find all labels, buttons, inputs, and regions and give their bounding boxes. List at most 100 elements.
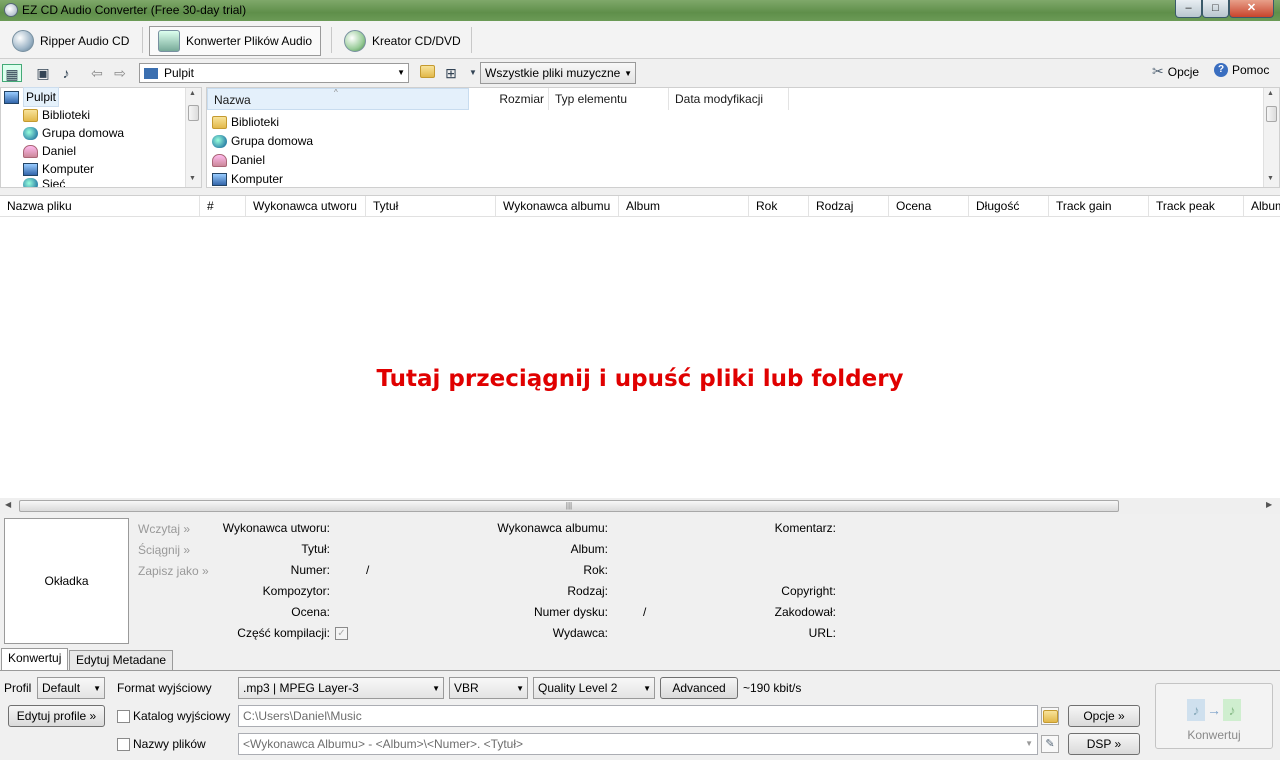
drop-hint: Tutaj przeciągnij i upuść pliki lub fold… [376, 366, 904, 392]
sort-ascending-icon: ^ [334, 88, 338, 97]
column-header-album[interactable]: Album [619, 196, 749, 216]
minimize-button[interactable]: ‒ [1175, 0, 1202, 18]
folder-view-icon[interactable]: ▦ [2, 64, 22, 82]
tree-item-grupa-domowa[interactable]: Grupa domowa [23, 124, 124, 142]
view-mode-icon[interactable]: ⊞ [441, 64, 461, 82]
output-dir-checkbox[interactable] [117, 710, 130, 723]
column-header-genre[interactable]: Rodzaj [809, 196, 889, 216]
column-header-album-gain[interactable]: Album [1244, 196, 1280, 216]
scroll-thumb[interactable] [1266, 106, 1277, 122]
file-item-grupa-domowa[interactable]: Grupa domowa [212, 132, 313, 150]
tree-item-pulpit[interactable]: Pulpit [4, 87, 60, 107]
file-list-scrollbar[interactable]: ▲ ▼ [1263, 88, 1279, 187]
column-header-modified[interactable]: Data modyfikacji [669, 88, 789, 110]
scroll-up-icon[interactable]: ▲ [1267, 90, 1274, 97]
column-header-filename[interactable]: Nazwa pliku [0, 196, 200, 216]
tab-edit-metadata[interactable]: Edytuj Metadane [69, 650, 174, 671]
profile-dropdown[interactable]: Default ▼ [37, 677, 105, 699]
column-header-name[interactable]: Nazwa ^ [207, 88, 469, 110]
back-icon[interactable]: ⇦ [87, 64, 107, 82]
tree-item-siec[interactable]: Sieć [23, 178, 65, 187]
tree-item-komputer[interactable]: Komputer [23, 160, 94, 178]
forward-icon[interactable]: ⇨ [110, 64, 130, 82]
location-dropdown[interactable]: Pulpit ▼ [139, 63, 409, 83]
column-header-album-artist[interactable]: Wykonawca albumu [496, 196, 619, 216]
mode-converter-tab[interactable]: Konwerter Plików Audio [149, 26, 322, 56]
filter-value: Wszystkie pliki muzyczne [485, 66, 621, 80]
file-item-daniel[interactable]: Daniel [212, 151, 265, 169]
dsp-button[interactable]: DSP » [1068, 733, 1140, 755]
folder-up-icon[interactable] [417, 64, 437, 82]
help-button[interactable]: ? Pomoc [1214, 63, 1269, 77]
bitrate-estimate: ~190 kbit/s [743, 681, 802, 695]
tree-item-biblioteki[interactable]: Biblioteki [23, 106, 90, 124]
publisher-label: Wydawca: [552, 626, 608, 640]
file-filter-dropdown[interactable]: Wszystkie pliki muzyczne ▼ [480, 62, 636, 84]
tree-item-daniel[interactable]: Daniel [23, 142, 76, 160]
tab-convert[interactable]: Konwertuj [1, 648, 69, 671]
separator [331, 27, 332, 53]
output-dir-field[interactable]: C:\Users\Daniel\Music [238, 705, 1038, 727]
close-button[interactable]: ✕ [1229, 0, 1274, 18]
quality-dropdown[interactable]: Quality Level 2 ▼ [533, 677, 655, 699]
tree-scrollbar[interactable]: ▲ ▼ [185, 88, 201, 187]
scroll-thumb[interactable] [188, 105, 199, 121]
wrench-icon: ✂ [1152, 63, 1164, 79]
file-item-komputer[interactable]: Komputer [212, 170, 283, 188]
rating-label: Ocena: [291, 605, 330, 619]
options-label: Opcje [1167, 64, 1200, 79]
track-list[interactable]: Nazwa pliku # Wykonawca utworu Tytuł Wyk… [0, 195, 1280, 514]
column-header-title[interactable]: Tytuł [366, 196, 496, 216]
column-header-rating[interactable]: Ocena [889, 196, 969, 216]
column-header-length[interactable]: Długość [969, 196, 1049, 216]
browser-toolbar: ▦ ▣ ♪ ⇦ ⇨ Pulpit ▼ ⊞ ▼ Wszystkie pliki mu… [0, 60, 1280, 87]
column-header-number[interactable]: # [200, 196, 246, 216]
computer-icon[interactable]: ▣ [33, 64, 53, 82]
column-header-track-peak[interactable]: Track peak [1149, 196, 1244, 216]
library-icon [212, 115, 227, 129]
desktop-icon [4, 90, 19, 104]
compilation-checkbox[interactable]: ✓ [335, 627, 348, 640]
cover-art-box[interactable]: Okładka [4, 518, 129, 644]
filenames-checkbox[interactable] [117, 738, 130, 751]
filename-pattern-field[interactable]: <Wykonawca Albumu> - <Album>\<Numer>. <T… [238, 733, 1038, 755]
scroll-down-icon[interactable]: ▼ [1267, 175, 1274, 182]
mode-burner-tab[interactable]: Kreator CD/DVD [336, 26, 469, 56]
bitrate-mode-dropdown[interactable]: VBR ▼ [449, 677, 528, 699]
chevron-down-icon: ▼ [643, 684, 651, 693]
title-bar: EZ CD Audio Converter (Free 30-day trial… [0, 0, 1280, 21]
convert-button[interactable]: ♪ → ♪ Konwertuj [1155, 683, 1273, 749]
options-button[interactable]: ✂ Opcje [1152, 63, 1199, 80]
edit-profiles-button[interactable]: Edytuj profile » [8, 705, 105, 727]
mode-label: Konwerter Plików Audio [186, 34, 313, 48]
mode-ripper-tab[interactable]: Ripper Audio CD [4, 26, 137, 56]
music-note-icon[interactable]: ♪ [56, 64, 76, 82]
convert-panel: Profil Default ▼ Edytuj profile » Format … [0, 670, 1280, 760]
output-format-dropdown[interactable]: .mp3 | MPEG Layer-3 ▼ [238, 677, 444, 699]
computer-icon [23, 162, 38, 176]
scroll-right-icon[interactable]: ▶ [1266, 500, 1272, 509]
scroll-thumb[interactable]: ||| [19, 500, 1119, 512]
track-list-hscrollbar[interactable]: ◀ ||| ▶ [0, 498, 1280, 514]
file-list: Nazwa ^ Rozmiar Typ elementu Data modyfi… [206, 87, 1280, 188]
maximize-button[interactable]: □ [1202, 0, 1229, 18]
file-item-biblioteki[interactable]: Biblioteki [212, 113, 279, 131]
column-header-track-gain[interactable]: Track gain [1049, 196, 1149, 216]
advanced-button[interactable]: Advanced [660, 677, 738, 699]
user-folder-icon [23, 144, 38, 158]
homegroup-icon [212, 134, 227, 148]
converter-icon [158, 30, 180, 52]
column-header-track-artist[interactable]: Wykonawca utworu [246, 196, 366, 216]
homegroup-icon [23, 126, 38, 140]
column-header-size[interactable]: Rozmiar [469, 88, 549, 110]
chevron-down-icon: ▼ [1025, 739, 1033, 748]
edit-pattern-icon[interactable]: ✎ [1041, 735, 1059, 753]
browse-folder-icon[interactable] [1041, 707, 1059, 725]
network-icon [23, 178, 38, 187]
scroll-left-icon[interactable]: ◀ [5, 500, 11, 509]
scroll-up-icon[interactable]: ▲ [189, 90, 196, 97]
options-button[interactable]: Opcje » [1068, 705, 1140, 727]
column-header-year[interactable]: Rok [749, 196, 809, 216]
column-header-type[interactable]: Typ elementu [549, 88, 669, 110]
scroll-down-icon[interactable]: ▼ [189, 175, 196, 182]
